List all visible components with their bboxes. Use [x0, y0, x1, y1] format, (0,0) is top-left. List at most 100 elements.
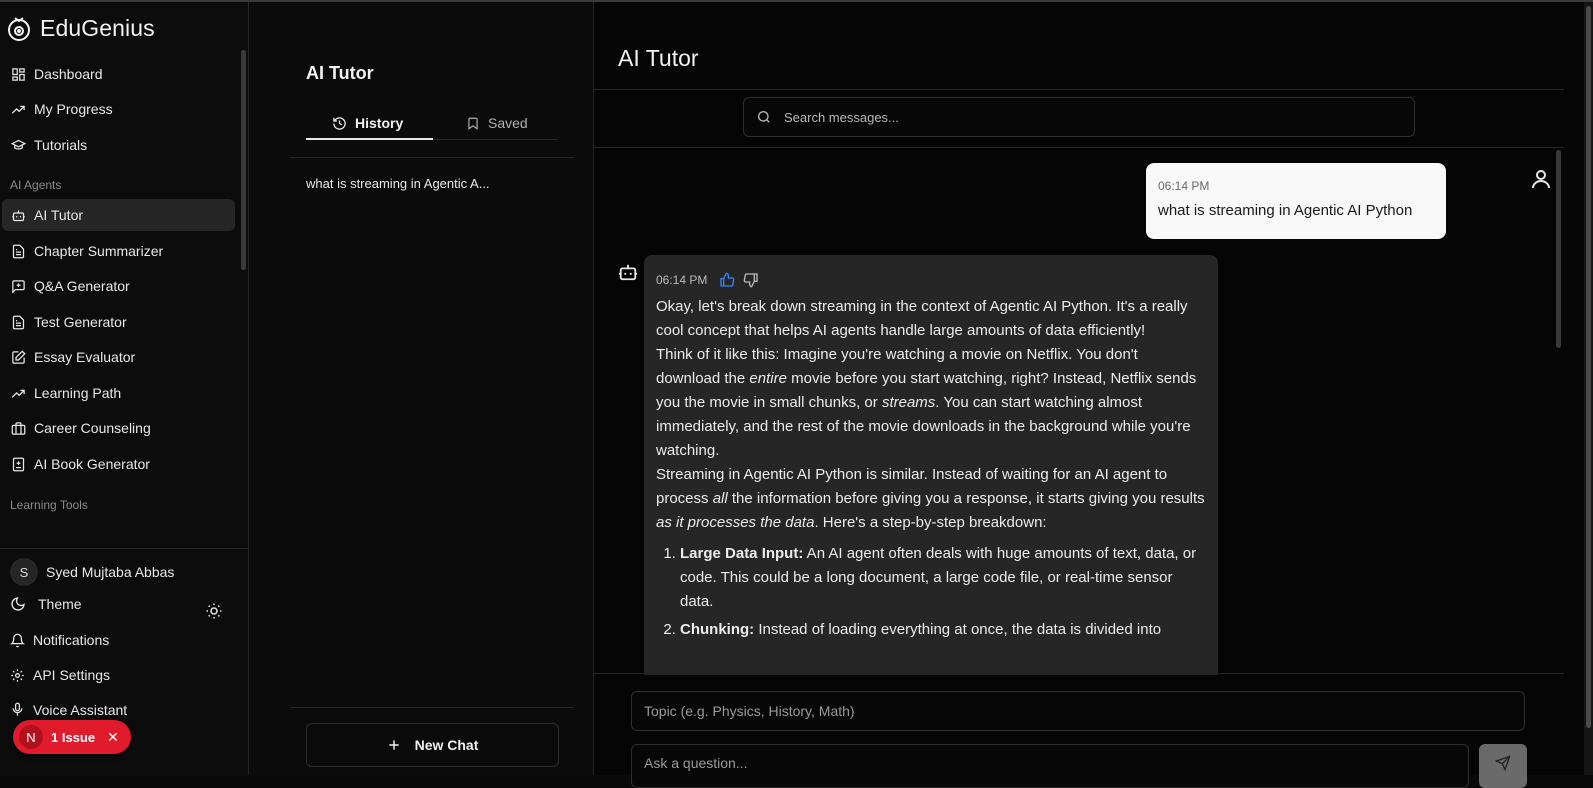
voice-assistant-label: Voice Assistant — [33, 702, 128, 717]
sidebar-item-label: My Progress — [34, 101, 113, 117]
document-icon — [11, 244, 26, 259]
sidebar-item-ai-tutor[interactable]: AI Tutor — [2, 199, 235, 231]
tab-label: Saved — [488, 115, 528, 131]
sidebar-item-label: Q&A Generator — [34, 278, 130, 294]
list-item: Chunking: Instead of loading everything … — [680, 618, 1206, 642]
tab-saved[interactable]: Saved — [466, 108, 528, 138]
user-message-bubble: 06:14 PM what is streaming in Agentic AI… — [1146, 163, 1446, 239]
history-panel: AI Tutor History Saved what is streaming… — [250, 2, 594, 775]
notifications-label: Notifications — [33, 632, 110, 648]
panel-title: AI Tutor — [306, 63, 374, 83]
divider — [290, 157, 574, 158]
bot-message-text: Okay, let's break down streaming in the … — [656, 295, 1206, 642]
sidebar-item-label: Dashboard — [34, 66, 103, 82]
sun-icon[interactable] — [205, 602, 223, 620]
sidebar-item-chapter-summarizer[interactable]: Chapter Summarizer — [2, 235, 235, 267]
document-icon — [11, 315, 26, 330]
plus-icon — [387, 738, 401, 752]
sidebar-item-tutorials[interactable]: Tutorials — [2, 129, 235, 161]
trending-up-icon — [11, 102, 26, 117]
issue-badge[interactable]: N 1 Issue ✕ — [13, 720, 131, 754]
api-settings-link[interactable]: API Settings — [10, 667, 110, 683]
tab-history[interactable]: History — [332, 108, 403, 138]
search-input[interactable]: Search messages... — [784, 110, 899, 125]
divider — [290, 707, 574, 708]
notifications-link[interactable]: Notifications — [10, 632, 109, 648]
sidebar-item-career-counseling[interactable]: Career Counseling — [2, 412, 235, 444]
avatar: S — [10, 558, 38, 586]
question-input[interactable]: Ask a question... — [631, 744, 1469, 788]
issue-count: 1 Issue — [51, 729, 96, 745]
chat-scrollbar[interactable] — [1556, 150, 1561, 348]
sidebar-item-label: Learning Path — [34, 385, 122, 401]
sidebar-item-label: Essay Evaluator — [34, 349, 136, 365]
briefcase-icon — [11, 421, 26, 436]
bot-message-bubble: 06:14 PM Okay, let's break down streamin… — [644, 255, 1218, 675]
search-icon — [756, 109, 772, 125]
graduation-cap-icon — [11, 138, 26, 153]
divider — [594, 673, 1564, 674]
search-bar[interactable]: Search messages... — [743, 97, 1415, 137]
list-item[interactable]: what is streaming in Agentic A... — [306, 176, 516, 191]
nav-group-learning-tools: Learning Tools — [10, 498, 88, 512]
sidebar-item-dashboard[interactable]: Dashboard — [2, 58, 235, 90]
divider — [0, 548, 249, 549]
sidebar-item-label: Test Generator — [34, 314, 127, 330]
active-tab-indicator — [306, 138, 433, 140]
api-settings-label: API Settings — [33, 667, 111, 683]
thumbs-up-icon[interactable] — [719, 272, 735, 288]
page-title: AI Tutor — [618, 45, 699, 71]
sidebar-scrollbar[interactable] — [241, 50, 246, 270]
message-time: 06:14 PM — [656, 273, 708, 287]
sidebar-item-label: Chapter Summarizer — [34, 243, 164, 259]
new-chat-button[interactable]: New Chat — [306, 723, 559, 767]
gear-icon — [10, 668, 25, 683]
pen-square-icon — [11, 349, 26, 365]
microphone-icon — [10, 702, 25, 717]
book-plus-icon — [11, 457, 26, 472]
paragraph: Streaming in Agentic AI Python is simila… — [656, 466, 1205, 531]
paragraph: Think of it like this: Imagine you're wa… — [656, 346, 1197, 459]
paragraph: Okay, let's break down streaming in the … — [656, 298, 1188, 339]
sidebar-item-my-progress[interactable]: My Progress — [2, 93, 235, 125]
sidebar-item-essay-evaluator[interactable]: Essay Evaluator — [2, 341, 235, 373]
send-button[interactable] — [1479, 744, 1527, 788]
bell-icon — [10, 633, 25, 648]
message-plus-icon — [11, 279, 26, 294]
voice-assistant-link[interactable]: Voice Assistant — [10, 702, 127, 717]
sidebar-nav[interactable]: Dashboard My Progress Tutorials AI Agent… — [0, 52, 249, 546]
bookmark-icon — [466, 116, 480, 131]
theme-label: Theme — [38, 596, 82, 612]
grid-icon — [11, 67, 26, 82]
app-logo[interactable]: EduGenius — [6, 14, 155, 42]
divider — [594, 89, 1564, 90]
chat-area: AI Tutor Search messages... 06:14 PM wha… — [594, 2, 1584, 788]
bot-icon — [11, 208, 26, 223]
user-name: Syed Mujtaba Abbas — [46, 564, 175, 580]
sidebar-item-label: Career Counseling — [34, 420, 151, 436]
new-chat-label: New Chat — [414, 737, 479, 753]
list-item: Large Data Input: An AI agent often deal… — [680, 542, 1206, 614]
sidebar-item-test-generator[interactable]: Test Generator — [2, 306, 235, 338]
sidebar-item-learning-path[interactable]: Learning Path — [2, 377, 235, 409]
sidebar-item-qa-generator[interactable]: Q&A Generator — [2, 270, 235, 302]
bot-message-header: 06:14 PM — [656, 269, 1206, 291]
tab-label: History — [355, 115, 404, 131]
sidebar-item-ai-book-generator[interactable]: AI Book Generator — [2, 448, 235, 480]
page-scrollbar[interactable] — [1586, 6, 1591, 728]
nav-group-ai-agents: AI Agents — [10, 178, 62, 192]
message-text: what is streaming in Agentic AI Python — [1158, 202, 1413, 219]
history-icon — [332, 116, 347, 131]
sidebar: EduGenius Dashboard My Progress Tutorial… — [0, 2, 249, 775]
close-icon[interactable]: ✕ — [107, 729, 119, 746]
topic-input[interactable]: Topic (e.g. Physics, History, Math) — [631, 691, 1525, 731]
divider — [594, 147, 1564, 148]
owl-logo-icon — [6, 14, 32, 42]
user-icon — [1529, 167, 1553, 191]
steps-list: Large Data Input: An AI agent often deal… — [680, 542, 1206, 642]
sidebar-item-label: AI Tutor — [34, 207, 84, 223]
send-icon — [1495, 755, 1511, 771]
user-profile[interactable]: S Syed Mujtaba Abbas — [10, 558, 174, 586]
thumbs-down-icon[interactable] — [743, 272, 759, 288]
theme-row[interactable]: Theme — [10, 596, 82, 612]
